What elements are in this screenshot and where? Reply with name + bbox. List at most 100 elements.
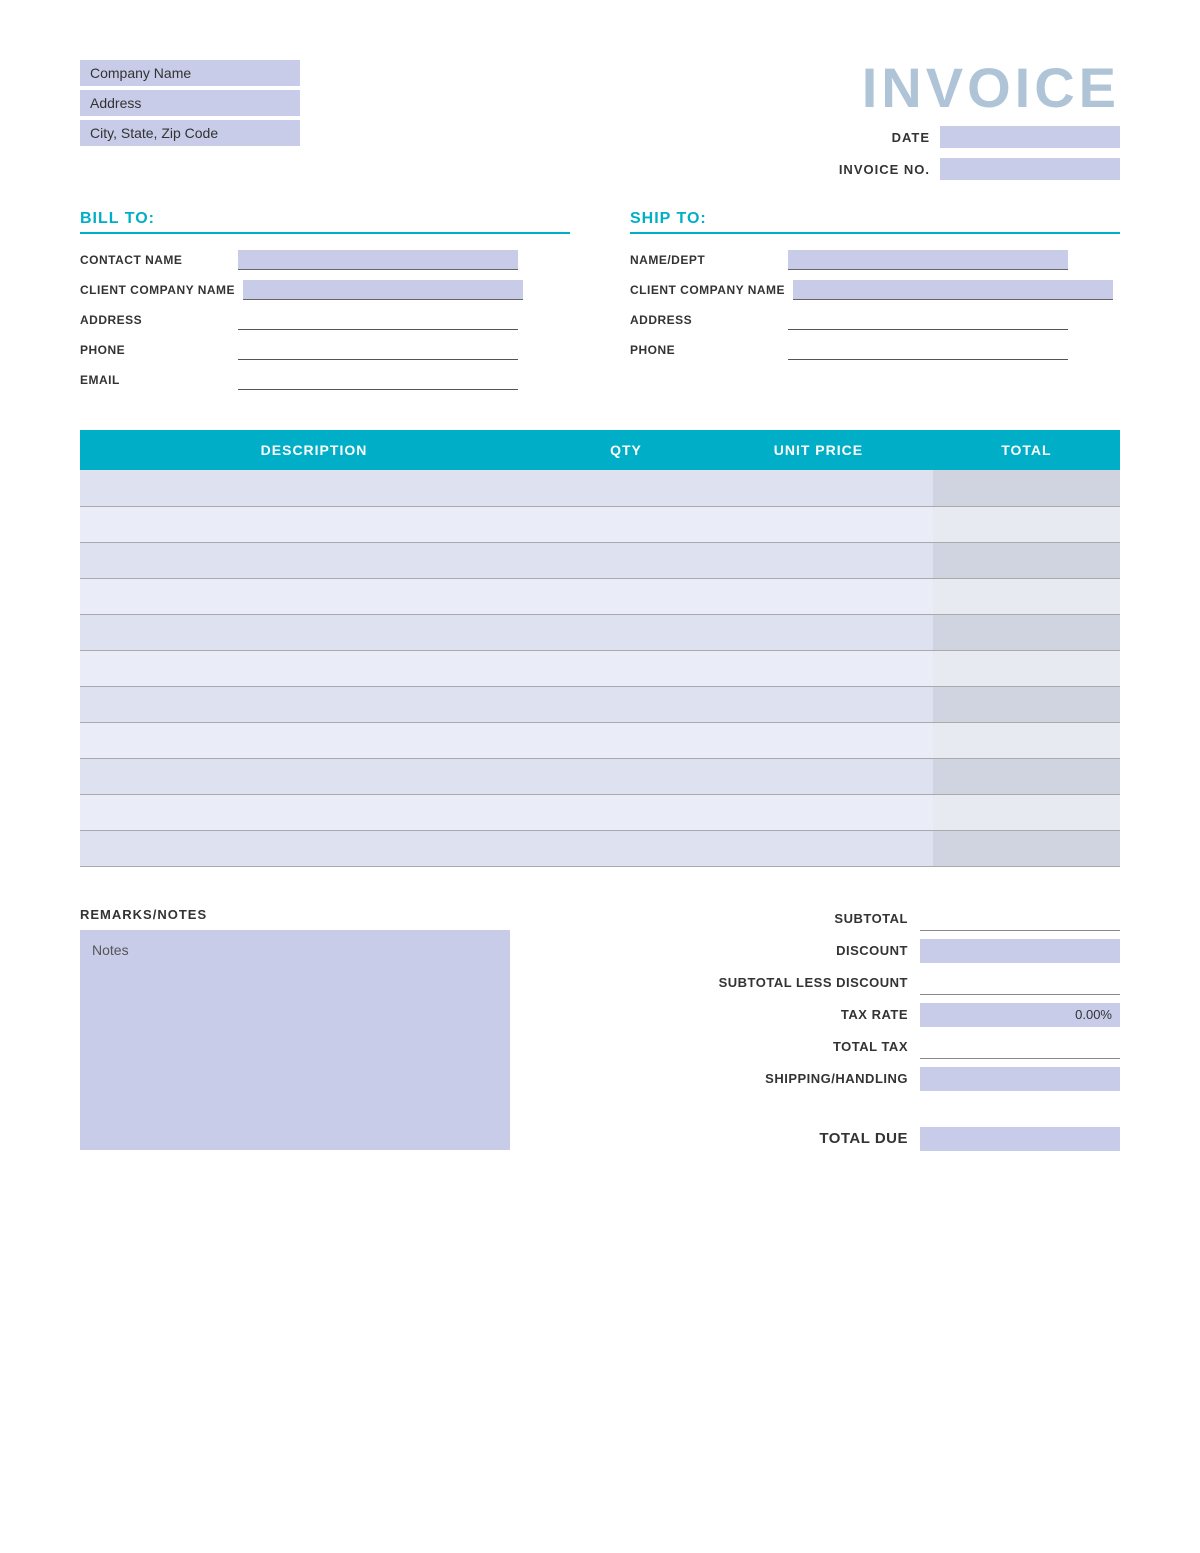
city-field[interactable]: City, State, Zip Code xyxy=(80,120,300,146)
cell-desc[interactable] xyxy=(80,758,548,794)
cell-desc[interactable] xyxy=(80,650,548,686)
cell-qty[interactable] xyxy=(548,578,704,614)
table-row[interactable] xyxy=(80,614,1120,650)
cell-total[interactable] xyxy=(933,650,1120,686)
shipping-label: SHIPPING/HANDLING xyxy=(708,1071,908,1086)
cell-unit-price[interactable] xyxy=(704,470,933,506)
subtotal-less-label: SUBTOTAL LESS DISCOUNT xyxy=(708,975,908,990)
cell-qty[interactable] xyxy=(548,506,704,542)
cell-qty[interactable] xyxy=(548,542,704,578)
cell-qty[interactable] xyxy=(548,830,704,866)
notes-placeholder: Notes xyxy=(92,942,129,958)
remarks-section: REMARKS/NOTES Notes xyxy=(80,907,510,1150)
ship-to-title: SHIP TO: xyxy=(630,210,1120,234)
table-row[interactable] xyxy=(80,830,1120,866)
bill-contact-input[interactable] xyxy=(238,250,518,270)
ship-address-input[interactable] xyxy=(788,310,1068,330)
cell-desc[interactable] xyxy=(80,794,548,830)
cell-unit-price[interactable] xyxy=(704,506,933,542)
ship-name-input[interactable] xyxy=(788,250,1068,270)
cell-unit-price[interactable] xyxy=(704,542,933,578)
cell-qty[interactable] xyxy=(548,722,704,758)
company-name-field[interactable]: Company Name xyxy=(80,60,300,86)
subtotal-less-row: SUBTOTAL LESS DISCOUNT xyxy=(550,971,1120,995)
cell-qty[interactable] xyxy=(548,650,704,686)
invoice-no-input[interactable] xyxy=(940,158,1120,180)
cell-unit-price[interactable] xyxy=(704,794,933,830)
cell-unit-price[interactable] xyxy=(704,614,933,650)
cell-total[interactable] xyxy=(933,830,1120,866)
cell-total[interactable] xyxy=(933,722,1120,758)
cell-desc[interactable] xyxy=(80,542,548,578)
cell-total[interactable] xyxy=(933,578,1120,614)
table-row[interactable] xyxy=(80,686,1120,722)
table-row[interactable] xyxy=(80,542,1120,578)
cell-desc[interactable] xyxy=(80,506,548,542)
bill-to-col: BILL TO: CONTACT NAME CLIENT COMPANY NAM… xyxy=(80,210,570,400)
date-input[interactable] xyxy=(940,126,1120,148)
total-due-value[interactable] xyxy=(920,1127,1120,1151)
bill-address-input[interactable] xyxy=(238,310,518,330)
ship-phone-input[interactable] xyxy=(788,340,1068,360)
bottom-section: REMARKS/NOTES Notes SUBTOTAL DISCOUNT SU… xyxy=(80,907,1120,1151)
invoice-no-label: INVOICE NO. xyxy=(810,162,930,177)
invoice-table: DESCRIPTION QTY UNIT PRICE TOTAL xyxy=(80,430,1120,867)
cell-total[interactable] xyxy=(933,506,1120,542)
col-unit-price: UNIT PRICE xyxy=(704,430,933,470)
cell-unit-price[interactable] xyxy=(704,650,933,686)
bill-company-input[interactable] xyxy=(243,280,523,300)
cell-total[interactable] xyxy=(933,686,1120,722)
cell-desc[interactable] xyxy=(80,614,548,650)
bill-phone-row: PHONE xyxy=(80,340,570,360)
cell-unit-price[interactable] xyxy=(704,578,933,614)
cell-qty[interactable] xyxy=(548,686,704,722)
discount-label: DISCOUNT xyxy=(708,943,908,958)
cell-qty[interactable] xyxy=(548,758,704,794)
cell-unit-price[interactable] xyxy=(704,830,933,866)
table-row[interactable] xyxy=(80,758,1120,794)
cell-qty[interactable] xyxy=(548,614,704,650)
ship-address-label: ADDRESS xyxy=(630,313,780,327)
cell-total[interactable] xyxy=(933,470,1120,506)
address-field[interactable]: Address xyxy=(80,90,300,116)
cell-total[interactable] xyxy=(933,758,1120,794)
table-row[interactable] xyxy=(80,794,1120,830)
table-row[interactable] xyxy=(80,470,1120,506)
cell-unit-price[interactable] xyxy=(704,686,933,722)
ship-phone-row: PHONE xyxy=(630,340,1120,360)
table-row[interactable] xyxy=(80,650,1120,686)
cell-desc[interactable] xyxy=(80,578,548,614)
cell-total[interactable] xyxy=(933,794,1120,830)
bill-email-input[interactable] xyxy=(238,370,518,390)
cell-desc[interactable] xyxy=(80,686,548,722)
shipping-value[interactable] xyxy=(920,1067,1120,1091)
cell-qty[interactable] xyxy=(548,470,704,506)
table-row[interactable] xyxy=(80,506,1120,542)
table-row[interactable] xyxy=(80,578,1120,614)
remarks-label: REMARKS/NOTES xyxy=(80,907,510,922)
subtotal-value[interactable] xyxy=(920,907,1120,931)
bill-phone-input[interactable] xyxy=(238,340,518,360)
table-row[interactable] xyxy=(80,722,1120,758)
subtotal-row: SUBTOTAL xyxy=(550,907,1120,931)
cell-desc[interactable] xyxy=(80,830,548,866)
ship-company-input[interactable] xyxy=(793,280,1113,300)
cell-desc[interactable] xyxy=(80,722,548,758)
total-due-row: TOTAL DUE xyxy=(550,1127,1120,1151)
notes-box[interactable]: Notes xyxy=(80,930,510,1150)
bill-company-label: CLIENT COMPANY NAME xyxy=(80,283,235,297)
subtotal-less-value[interactable] xyxy=(920,971,1120,995)
cell-total[interactable] xyxy=(933,542,1120,578)
cell-desc[interactable] xyxy=(80,470,548,506)
cell-unit-price[interactable] xyxy=(704,758,933,794)
cell-total[interactable] xyxy=(933,614,1120,650)
ship-company-row: CLIENT COMPANY NAME xyxy=(630,280,1120,300)
discount-value[interactable] xyxy=(920,939,1120,963)
cell-qty[interactable] xyxy=(548,794,704,830)
tax-rate-value[interactable]: 0.00% xyxy=(920,1003,1120,1027)
total-tax-value[interactable] xyxy=(920,1035,1120,1059)
total-tax-label: TOTAL TAX xyxy=(708,1039,908,1054)
cell-unit-price[interactable] xyxy=(704,722,933,758)
col-description: DESCRIPTION xyxy=(80,430,548,470)
totals-section: SUBTOTAL DISCOUNT SUBTOTAL LESS DISCOUNT… xyxy=(550,907,1120,1151)
